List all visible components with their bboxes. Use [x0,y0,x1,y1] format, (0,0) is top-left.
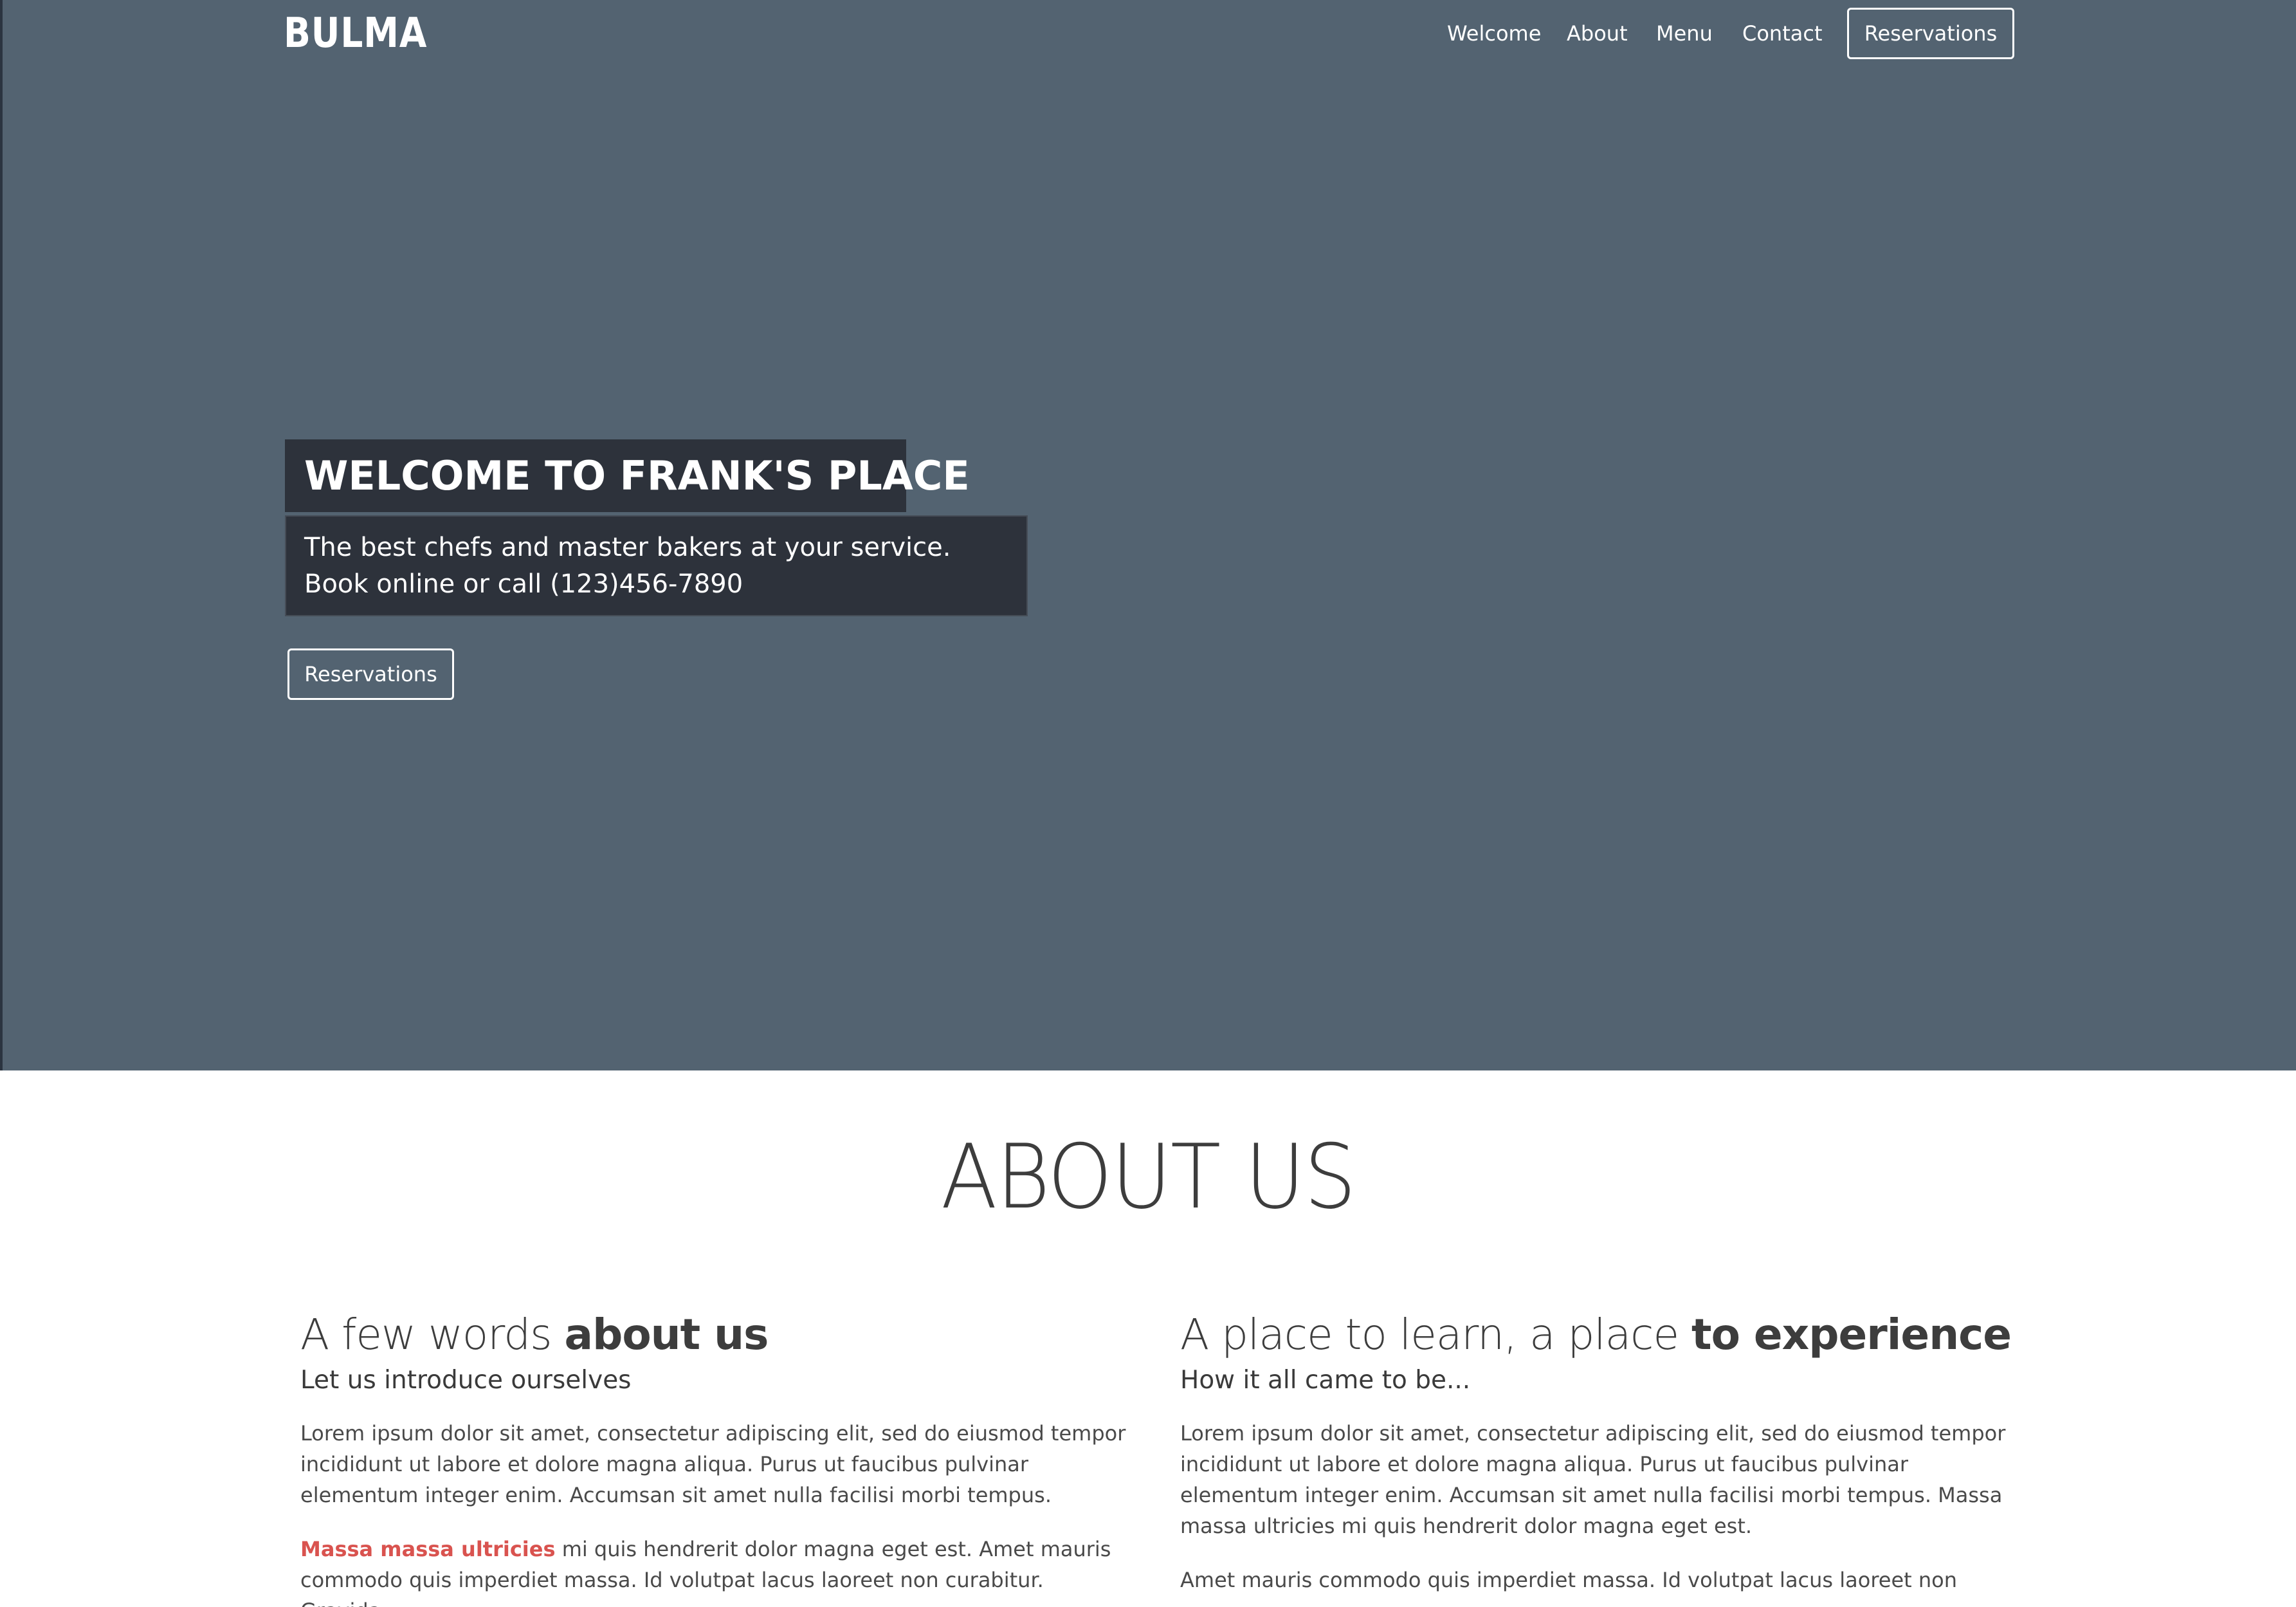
about-right-heading: A place to learn, a place to experience [1180,1306,2012,1364]
about-left-heading: A few words about us [300,1306,1130,1364]
nav-link-menu[interactable]: Menu [1656,14,1713,53]
about-title: ABOUT US [940,1125,1356,1229]
about-left-paragraph-2: Massa massa ultricies mi quis hendrerit … [300,1534,1130,1607]
hero-phone-line: Book online or call (123)456-7890 [304,569,743,599]
hero-subtitle-box: The best chefs and master bakers at your… [285,515,1028,616]
heading-light-text: A few words [300,1310,565,1359]
about-column-right: A place to learn, a place to experience … [1180,1306,2012,1595]
about-right-subheading: How it all came to be... [1180,1366,1471,1395]
nav-link-contact[interactable]: Contact [1742,14,1823,53]
accent-link[interactable]: Massa massa ultricies [300,1537,556,1561]
about-left-subheading: Let us introduce ourselves [300,1366,632,1395]
hero-reservations-button[interactable]: Reservations [287,648,454,700]
hero-title: WELCOME TO FRANK'S PLACE [304,452,970,499]
heading-light-text: A place to learn, a place [1180,1310,1692,1359]
about-right-paragraph-2: Amet mauris commodo quis imperdiet massa… [1180,1568,1958,1592]
about-left-paragraph: Lorem ipsum dolor sit amet, consectetur … [300,1421,1126,1507]
hero-edge [0,0,3,1070]
nav-link-welcome[interactable]: Welcome [1447,14,1541,53]
heading-bold-text: about us [564,1310,769,1359]
about-right-paragraph: Lorem ipsum dolor sit amet, consectetur … [1180,1421,2006,1538]
hero-title-box: WELCOME TO FRANK'S PLACE [285,439,970,512]
heading-bold-text: to experience [1691,1310,2012,1359]
hero-subtitle-line: The best chefs and master bakers at your… [304,533,951,562]
page: BULMA Welcome About Menu Contact Reserva… [0,0,2296,1607]
nav-link-about[interactable]: About [1567,14,1628,53]
about-column-left: A few words about us Let us introduce ou… [300,1306,1130,1607]
nav-reservations-button[interactable]: Reservations [1847,8,2014,59]
brand-logo[interactable]: BULMA [284,8,427,59]
navbar: BULMA Welcome About Menu Contact Reserva… [0,0,2296,67]
hero-section: BULMA Welcome About Menu Contact Reserva… [0,0,2296,1070]
